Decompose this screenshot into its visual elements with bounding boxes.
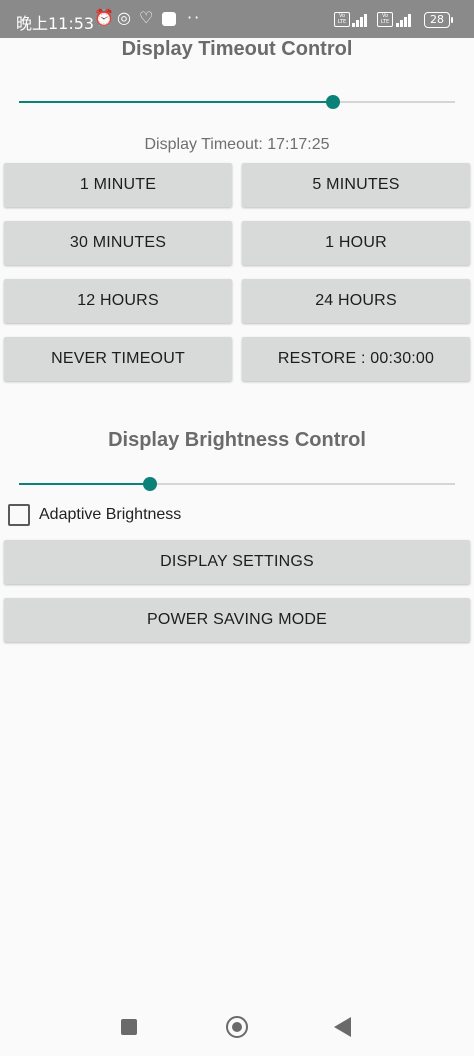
slider-fill [19, 101, 333, 103]
recents-square-icon[interactable] [121, 1019, 137, 1035]
adaptive-brightness-checkbox[interactable] [8, 504, 30, 526]
twelve-hours-button[interactable]: 12 HOURS [4, 279, 232, 323]
five-minutes-button[interactable]: 5 MINUTES [242, 163, 470, 207]
timeout-title: Display Timeout Control [121, 38, 353, 60]
status-time: 晚上11:53 [16, 14, 95, 33]
volte-icon: Vo LTE [377, 12, 393, 27]
more-dots-icon: ·· [187, 8, 202, 27]
slider-thumb[interactable] [142, 477, 157, 491]
whatsapp-icon: ◎ [117, 8, 131, 27]
display-settings-button[interactable]: DISPLAY SETTINGS [4, 540, 470, 584]
app-square-icon [162, 12, 176, 26]
back-triangle-icon[interactable] [334, 1017, 351, 1037]
slider-thumb[interactable] [325, 95, 340, 109]
brightness-slider[interactable] [19, 474, 455, 494]
signal-icon [396, 13, 416, 27]
alarm-icon: ⏰ [94, 8, 114, 27]
one-hour-button[interactable]: 1 HOUR [242, 221, 470, 265]
timeout-current-label: Display Timeout: 17:17:25 [144, 136, 330, 153]
navigation-bar [0, 1000, 474, 1056]
adaptive-brightness-label[interactable]: Adaptive Brightness [39, 506, 181, 524]
thirty-minutes-button[interactable]: 30 MINUTES [4, 221, 232, 265]
never-timeout-button[interactable]: NEVER TIMEOUT [4, 337, 232, 381]
one-minute-button[interactable]: 1 MINUTE [4, 163, 232, 207]
volte-icon: Vo LTE [334, 12, 350, 27]
signal-icon [352, 13, 372, 27]
restore-button[interactable]: RESTORE : 00:30:00 [242, 337, 470, 381]
power-saving-mode-button[interactable]: POWER SAVING MODE [4, 598, 470, 642]
heart-rate-icon: ♡ [139, 8, 154, 27]
twenty-four-hours-button[interactable]: 24 HOURS [242, 279, 470, 323]
brightness-title: Display Brightness Control [108, 429, 366, 451]
battery-icon: 28 [424, 12, 453, 28]
timeout-slider[interactable] [19, 92, 455, 112]
slider-fill [19, 483, 150, 485]
home-circle-icon[interactable] [226, 1016, 248, 1038]
status-bar: 晚上11:53 ⏰ ◎ ♡ ·· Vo LTE Vo LTE 28 [0, 0, 474, 38]
